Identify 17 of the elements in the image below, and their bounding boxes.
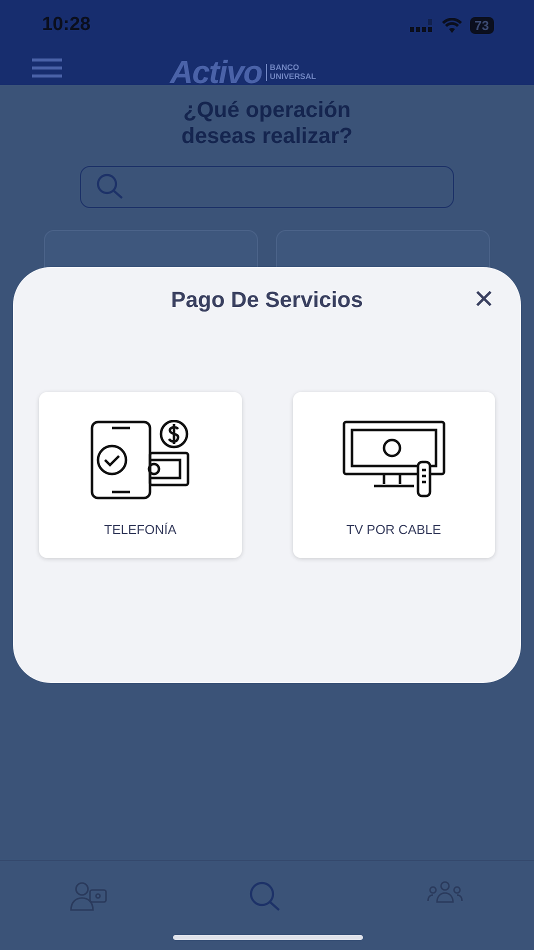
menu-icon[interactable] — [32, 58, 62, 78]
logo-subtitle: BANCO UNIVERSAL — [266, 64, 316, 82]
close-button[interactable]: ✕ — [473, 284, 495, 315]
wifi-icon — [442, 18, 462, 32]
service-option-button[interactable]: TV POR CABLE — [292, 392, 495, 558]
user-money-icon — [70, 881, 108, 911]
service-option-button[interactable]: TELEFONÍA — [39, 392, 242, 558]
bank-logo: Activo — [170, 54, 262, 91]
signal-icon — [410, 18, 434, 32]
phone-payment-icon — [90, 420, 190, 500]
tv-remote-icon — [342, 420, 446, 500]
status-time: 10:28 — [42, 14, 91, 36]
battery-level: 73 — [470, 16, 494, 34]
search-icon — [95, 172, 125, 201]
search-field[interactable] — [80, 166, 454, 208]
people-icon — [427, 881, 463, 903]
dialog-title: Pago De Servicios — [171, 287, 363, 313]
